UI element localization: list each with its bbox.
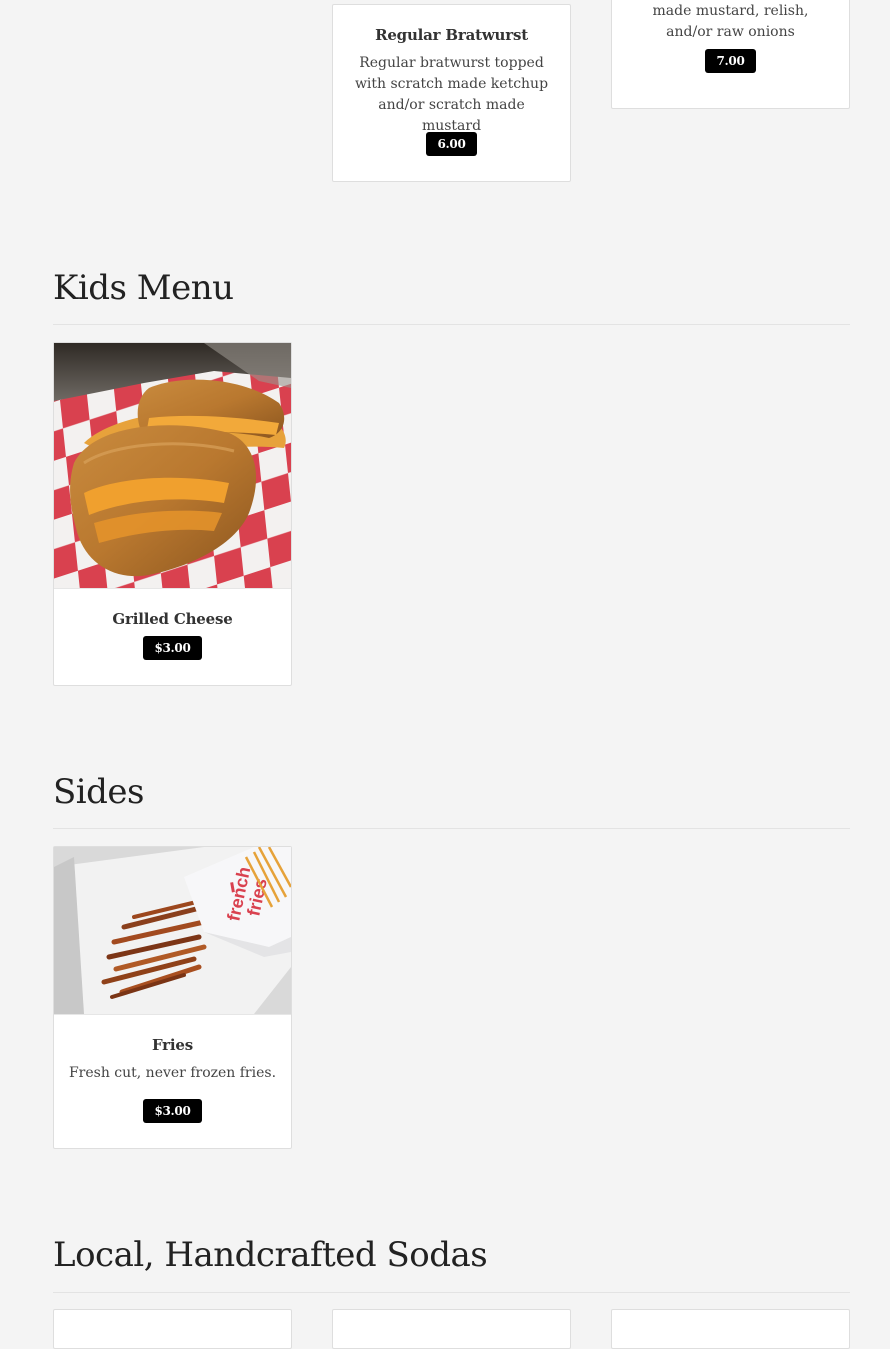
section-divider bbox=[53, 828, 850, 829]
item-description: Fresh cut, never frozen fries. bbox=[68, 1065, 277, 1081]
section-divider bbox=[53, 1292, 850, 1293]
fries-photo: french fries bbox=[54, 847, 291, 1015]
section-title-sides: Sides bbox=[53, 772, 145, 812]
price-badge: 6.00 bbox=[426, 132, 477, 156]
item-title: Regular Bratwurst bbox=[375, 26, 528, 44]
price-badge: $3.00 bbox=[143, 1099, 202, 1123]
soda-card-3[interactable] bbox=[611, 1309, 850, 1349]
grilled-cheese-photo bbox=[54, 343, 291, 589]
menu-card-fries[interactable]: french fries Fries Fresh cut, never froz… bbox=[53, 846, 292, 1149]
section-title-kids-menu: Kids Menu bbox=[53, 268, 234, 308]
item-description: Regular bratwurst topped with scratch ma… bbox=[354, 55, 549, 134]
section-title-sodas: Local, Handcrafted Sodas bbox=[53, 1235, 488, 1275]
soda-card-2[interactable] bbox=[332, 1309, 571, 1349]
price-badge: $3.00 bbox=[143, 636, 202, 660]
soda-card-1[interactable] bbox=[53, 1309, 292, 1349]
section-divider bbox=[53, 324, 850, 325]
menu-card-regular-bratwurst[interactable]: Regular Bratwurst Regular bratwurst topp… bbox=[332, 4, 571, 182]
price-badge: 7.00 bbox=[705, 49, 756, 73]
item-description: made mustard, relish, and/or raw onions bbox=[652, 3, 809, 40]
menu-card-grilled-cheese[interactable]: Grilled Cheese $3.00 bbox=[53, 342, 292, 686]
item-title: Grilled Cheese bbox=[112, 610, 233, 628]
menu-card-bratwurst-partial: made mustard, relish, and/or raw onions … bbox=[611, 0, 850, 109]
item-title: Fries bbox=[152, 1036, 193, 1054]
